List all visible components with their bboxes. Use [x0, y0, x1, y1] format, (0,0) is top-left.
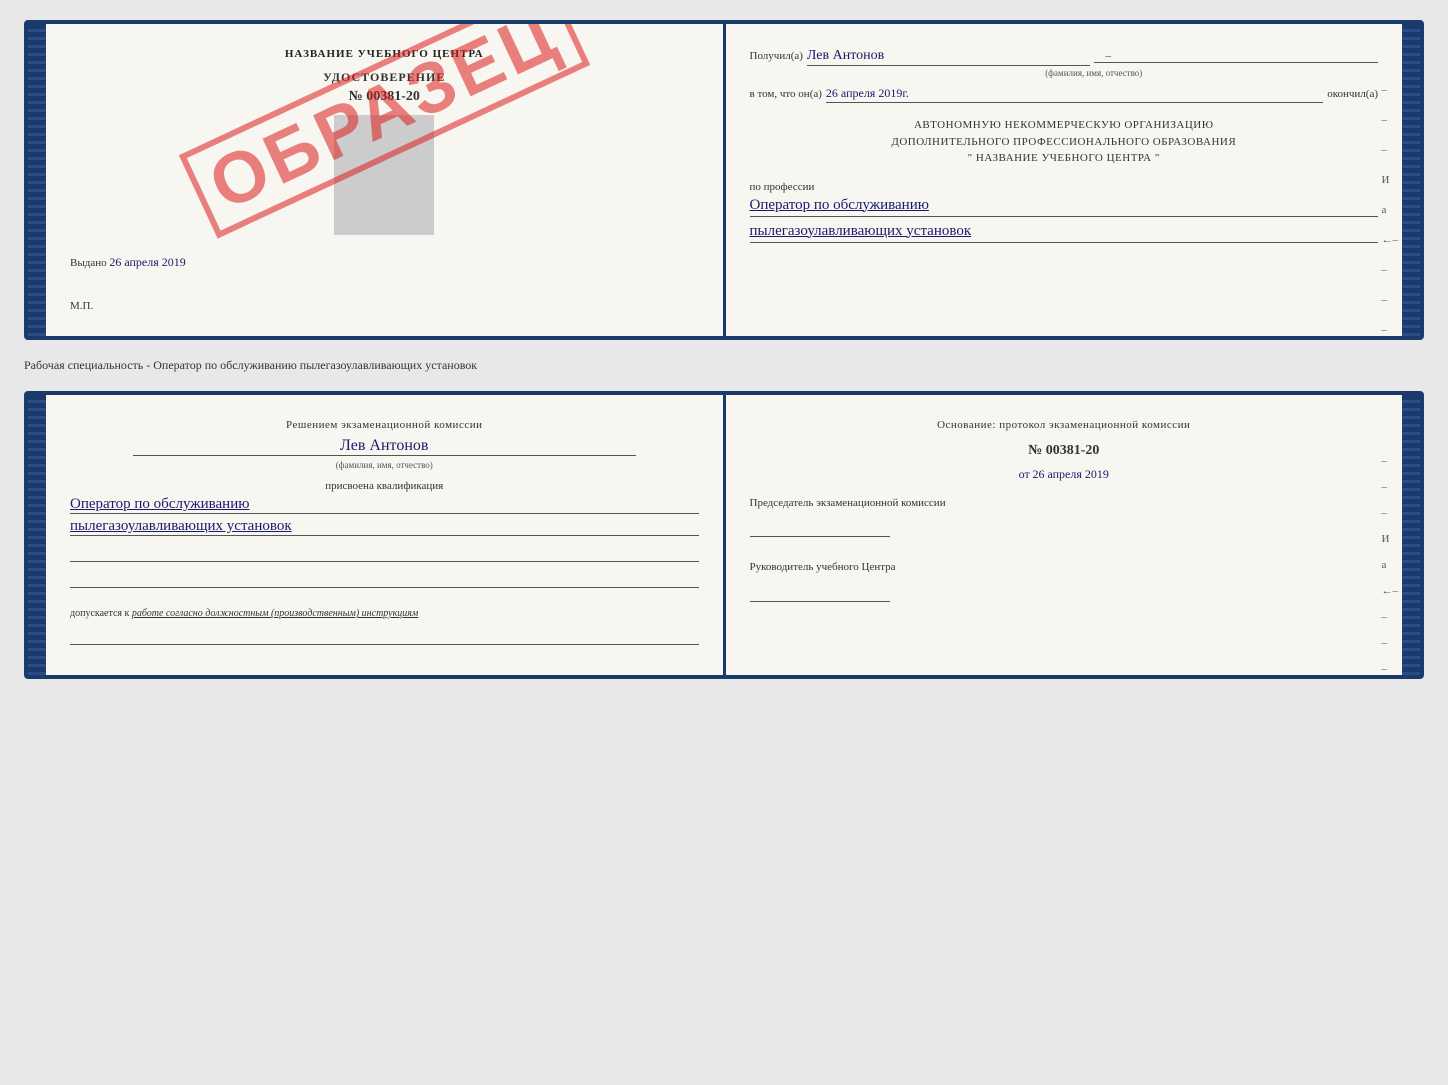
okonchil-label: окончил(а): [1327, 88, 1378, 100]
side-dashes-bottom: – – – И а ←– – – –: [1382, 455, 1399, 675]
bottom-name: Лев Антонов: [133, 437, 636, 456]
poluchil-underline: –: [1094, 50, 1378, 63]
mp-label: М.П.: [70, 300, 93, 312]
predsedatel-label: Председатель экзаменационной комиссии: [750, 496, 1379, 511]
protocol-number: № 00381-20: [750, 443, 1379, 459]
ot-date-block: от 26 апреля 2019: [750, 467, 1379, 482]
org-line1: АВТОНОМНУЮ НЕКОММЕРЧЕСКУЮ ОРГАНИЗАЦИЮ: [750, 117, 1379, 134]
page-wrapper: НАЗВАНИЕ УЧЕБНОГО ЦЕНТРА ОБРАЗЕЦ УДОСТОВ…: [24, 20, 1424, 679]
profession-line2: пылегазоулавливающих установок: [750, 223, 1379, 243]
udostoverenie-number: № 00381-20: [70, 89, 699, 105]
top-right-page: Получил(а) Лев Антонов – (фамилия, имя, …: [726, 24, 1403, 336]
top-certificate-book: НАЗВАНИЕ УЧЕБНОГО ЦЕНТРА ОБРАЗЕЦ УДОСТОВ…: [24, 20, 1424, 340]
rukovoditel-sig-line: [750, 582, 890, 602]
photo-placeholder: [334, 115, 434, 235]
vydano-line: Выдано 26 апреля 2019: [70, 255, 699, 270]
ot-date: 26 апреля 2019: [1032, 467, 1108, 481]
poluchil-row: Получил(а) Лев Антонов –: [750, 48, 1379, 66]
dopuskaetsya-value: работе согласно должностным (производств…: [132, 608, 418, 619]
qualification-line2: пылегазоулавливающих установок: [70, 518, 699, 536]
udostoverenie-label: УДОСТОВЕРЕНИЕ: [70, 70, 699, 85]
school-title-top: НАЗВАНИЕ УЧЕБНОГО ЦЕНТРА: [70, 48, 699, 60]
vtom-label: в том, что он(а): [750, 88, 822, 100]
po-professii-label: по профессии: [750, 181, 1379, 193]
org-line3: " НАЗВАНИЕ УЧЕБНОГО ЦЕНТРА ": [750, 150, 1379, 167]
predsedatel-block: Председатель экзаменационной комиссии: [750, 496, 1379, 540]
bottom-left-page: Решением экзаменационной комиссии Лев Ан…: [46, 395, 726, 675]
bottom-right-page: Основание: протокол экзаменационной коми…: [726, 395, 1403, 675]
predsedatel-sig-line: [750, 517, 890, 537]
bottom-fio-sub: (фамилия, имя, отчество): [70, 460, 699, 470]
vtom-date: 26 апреля 2019г.: [826, 86, 1323, 103]
bottom-certificate-book: Решением экзаменационной комиссии Лев Ан…: [24, 391, 1424, 679]
rukovoditel-label: Руководитель учебного Центра: [750, 560, 1379, 575]
vtom-row: в том, что он(а) 26 апреля 2019г. окончи…: [750, 86, 1379, 103]
mp-line: М.П.: [70, 300, 699, 312]
fio-sublabel-top: (фамилия, имя, отчество): [810, 68, 1379, 78]
poluchil-label: Получил(а): [750, 50, 803, 62]
dopuskaetsya-block: допускается к работе согласно должностны…: [70, 608, 699, 619]
qualification-line1: Оператор по обслуживанию: [70, 496, 699, 514]
org-block: АВТОНОМНУЮ НЕКОММЕРЧЕСКУЮ ОРГАНИЗАЦИЮ ДО…: [750, 117, 1379, 167]
top-left-page: НАЗВАНИЕ УЧЕБНОГО ЦЕНТРА ОБРАЗЕЦ УДОСТОВ…: [46, 24, 726, 336]
dopuskaetsya-label: допускается к: [70, 608, 129, 619]
rukovoditel-block: Руководитель учебного Центра: [750, 560, 1379, 604]
vydano-date: 26 апреля 2019: [109, 255, 185, 269]
osnovaniye-label: Основание: протокол экзаменационной коми…: [750, 419, 1379, 431]
profession-line1: Оператор по обслуживанию: [750, 197, 1379, 217]
prisvoyena-label: присвоена квалификация: [70, 480, 699, 492]
org-line2: ДОПОЛНИТЕЛЬНОГО ПРОФЕССИОНАЛЬНОГО ОБРАЗО…: [750, 134, 1379, 151]
poluchil-name: Лев Антонов: [807, 48, 1091, 66]
vydano-label: Выдано: [70, 257, 107, 269]
udostoverenie-block: УДОСТОВЕРЕНИЕ № 00381-20: [70, 70, 699, 105]
separator-text: Рабочая специальность - Оператор по обсл…: [24, 352, 1424, 379]
side-dashes-top: – – – И а ←– – – –: [1382, 84, 1399, 336]
ot-label: от: [1019, 467, 1030, 481]
resheniem-label: Решением экзаменационной комиссии: [70, 419, 699, 431]
